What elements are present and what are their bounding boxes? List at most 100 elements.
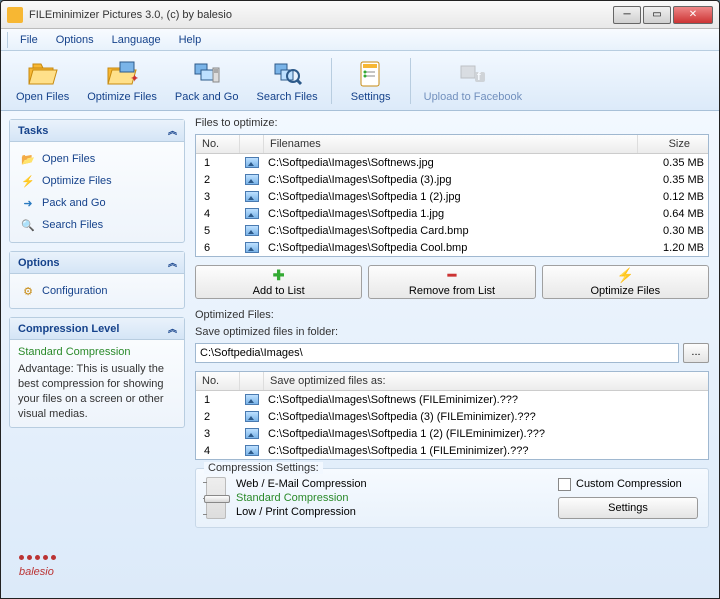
pack-icon: [191, 59, 223, 89]
search-icon: [271, 59, 303, 89]
optimized-list-header[interactable]: No. Save optimized files as:: [196, 372, 708, 391]
menu-language[interactable]: Language: [104, 32, 169, 48]
bolt-icon: ⚡: [20, 173, 36, 189]
toolbar-search-files[interactable]: Search Files: [247, 54, 326, 108]
folder-open-icon: [27, 59, 59, 89]
menu-file[interactable]: File: [12, 32, 46, 48]
panel-options-header[interactable]: Options︽: [10, 252, 184, 274]
table-row[interactable]: 2C:\Softpedia\Images\Softpedia (3).jpg0.…: [196, 171, 708, 188]
close-button[interactable]: ✕: [673, 6, 713, 24]
browse-button[interactable]: ...: [683, 343, 709, 363]
col-size[interactable]: Size: [638, 135, 708, 153]
sidebar-configuration[interactable]: ⚙Configuration: [18, 280, 176, 302]
sidebar-task-optimize[interactable]: ⚡Optimize Files: [18, 170, 176, 192]
brand-logo: balesio: [9, 549, 185, 590]
files-list: No. Filenames Size 1C:\Softpedia\Images\…: [195, 134, 709, 257]
menu-options[interactable]: Options: [48, 32, 102, 48]
window-title: FILEminimizer Pictures 3.0, (c) by bales…: [29, 9, 613, 21]
app-icon: [7, 7, 23, 23]
checkbox-icon[interactable]: [558, 478, 571, 491]
table-row[interactable]: 5C:\Softpedia\Images\Softpedia Card.bmp0…: [196, 222, 708, 239]
compression-name: Standard Compression: [18, 346, 176, 358]
image-icon: [245, 394, 259, 405]
col-filenames[interactable]: Filenames: [264, 135, 638, 153]
toolbar-open-files[interactable]: Open Files: [7, 54, 78, 108]
magnifier-icon: 🔍: [20, 217, 36, 233]
panel-compression: Compression Level︽ Standard Compression …: [9, 317, 185, 428]
table-row[interactable]: 1C:\Softpedia\Images\Softnews.jpg0.35 MB: [196, 154, 708, 171]
sidebar: Tasks︽ 📂Open Files ⚡Optimize Files ➜Pack…: [1, 111, 193, 598]
image-icon: [245, 445, 259, 456]
custom-compression-checkbox[interactable]: Custom Compression: [558, 478, 698, 491]
menubar: File Options Language Help: [1, 29, 719, 51]
panel-compression-header[interactable]: Compression Level︽: [10, 318, 184, 340]
level-web: Web / E-Mail Compression: [236, 477, 367, 491]
image-icon: [245, 208, 259, 219]
col-no[interactable]: No.: [196, 372, 240, 390]
main-area: Files to optimize: No. Filenames Size 1C…: [193, 111, 719, 598]
col-save-as[interactable]: Save optimized files as:: [264, 372, 708, 390]
level-low: Low / Print Compression: [236, 505, 367, 519]
image-icon: [245, 174, 259, 185]
menu-help[interactable]: Help: [171, 32, 210, 48]
minimize-button[interactable]: ─: [613, 6, 641, 24]
image-icon: [245, 225, 259, 236]
compression-slider[interactable]: [206, 477, 226, 519]
optimized-rows[interactable]: 1C:\Softpedia\Images\Softnews (FILEminim…: [196, 391, 708, 459]
table-row[interactable]: 4C:\Softpedia\Images\Softpedia 1.jpg0.64…: [196, 205, 708, 222]
files-list-header[interactable]: No. Filenames Size: [196, 135, 708, 154]
remove-from-list-button[interactable]: ━Remove from List: [368, 265, 535, 299]
toolbar-upload-facebook: f Upload to Facebook: [415, 54, 531, 108]
sidebar-task-search[interactable]: 🔍Search Files: [18, 214, 176, 236]
table-row[interactable]: 3C:\Softpedia\Images\Softpedia 1 (2) (FI…: [196, 425, 708, 442]
plus-icon: ✚: [273, 267, 285, 284]
titlebar[interactable]: FILEminimizer Pictures 3.0, (c) by bales…: [1, 1, 719, 29]
optimized-files-label: Optimized Files:: [195, 309, 709, 321]
minus-icon: ━: [448, 267, 456, 284]
slider-labels: Web / E-Mail Compression Standard Compre…: [236, 477, 367, 519]
toolbar: Open Files ✦ Optimize Files Pack and Go …: [1, 51, 719, 111]
gear-icon: ⚙: [20, 283, 36, 299]
folder-icon: 📂: [20, 151, 36, 167]
facebook-icon: f: [457, 59, 489, 89]
add-to-list-button[interactable]: ✚Add to List: [195, 265, 362, 299]
settings-icon: [355, 59, 387, 89]
arrow-icon: ➜: [20, 195, 36, 211]
svg-text:f: f: [477, 71, 481, 83]
chevron-up-icon: ︽: [168, 322, 176, 335]
app-window: FILEminimizer Pictures 3.0, (c) by bales…: [0, 0, 720, 599]
maximize-button[interactable]: ▭: [643, 6, 671, 24]
svg-text:✦: ✦: [130, 73, 138, 85]
col-no[interactable]: No.: [196, 135, 240, 153]
level-standard: Standard Compression: [236, 491, 367, 505]
compression-settings-group: Compression Settings: Web / E-Mail Compr…: [195, 468, 709, 528]
sidebar-task-open[interactable]: 📂Open Files: [18, 148, 176, 170]
image-icon: [245, 242, 259, 253]
toolbar-optimize-files[interactable]: ✦ Optimize Files: [78, 54, 166, 108]
files-rows[interactable]: 1C:\Softpedia\Images\Softnews.jpg0.35 MB…: [196, 154, 708, 256]
files-to-optimize-label: Files to optimize:: [195, 117, 709, 129]
chevron-up-icon: ︽: [168, 256, 176, 269]
save-folder-input[interactable]: [195, 343, 679, 363]
table-row[interactable]: 4C:\Softpedia\Images\Softpedia 1 (FILEmi…: [196, 442, 708, 459]
slider-thumb[interactable]: [204, 495, 230, 503]
settings-button[interactable]: Settings: [558, 497, 698, 519]
panel-tasks-header[interactable]: Tasks︽: [10, 120, 184, 142]
image-icon: [245, 191, 259, 202]
table-row[interactable]: 2C:\Softpedia\Images\Softpedia (3) (FILE…: [196, 408, 708, 425]
toolbar-settings[interactable]: Settings: [336, 54, 406, 108]
image-icon: [245, 157, 259, 168]
panel-tasks: Tasks︽ 📂Open Files ⚡Optimize Files ➜Pack…: [9, 119, 185, 243]
image-icon: [245, 428, 259, 439]
table-row[interactable]: 3C:\Softpedia\Images\Softpedia 1 (2).jpg…: [196, 188, 708, 205]
save-folder-label: Save optimized files in folder:: [195, 326, 709, 338]
sidebar-task-pack[interactable]: ➜Pack and Go: [18, 192, 176, 214]
optimize-files-button[interactable]: ⚡Optimize Files: [542, 265, 709, 299]
optimized-files-list: No. Save optimized files as: 1C:\Softped…: [195, 371, 709, 460]
panel-options: Options︽ ⚙Configuration: [9, 251, 185, 309]
toolbar-pack-and-go[interactable]: Pack and Go: [166, 54, 248, 108]
table-row[interactable]: 1C:\Softpedia\Images\Softnews (FILEminim…: [196, 391, 708, 408]
image-icon: [245, 411, 259, 422]
bolt-icon: ⚡: [617, 267, 634, 284]
table-row[interactable]: 6C:\Softpedia\Images\Softpedia Cool.bmp1…: [196, 239, 708, 256]
